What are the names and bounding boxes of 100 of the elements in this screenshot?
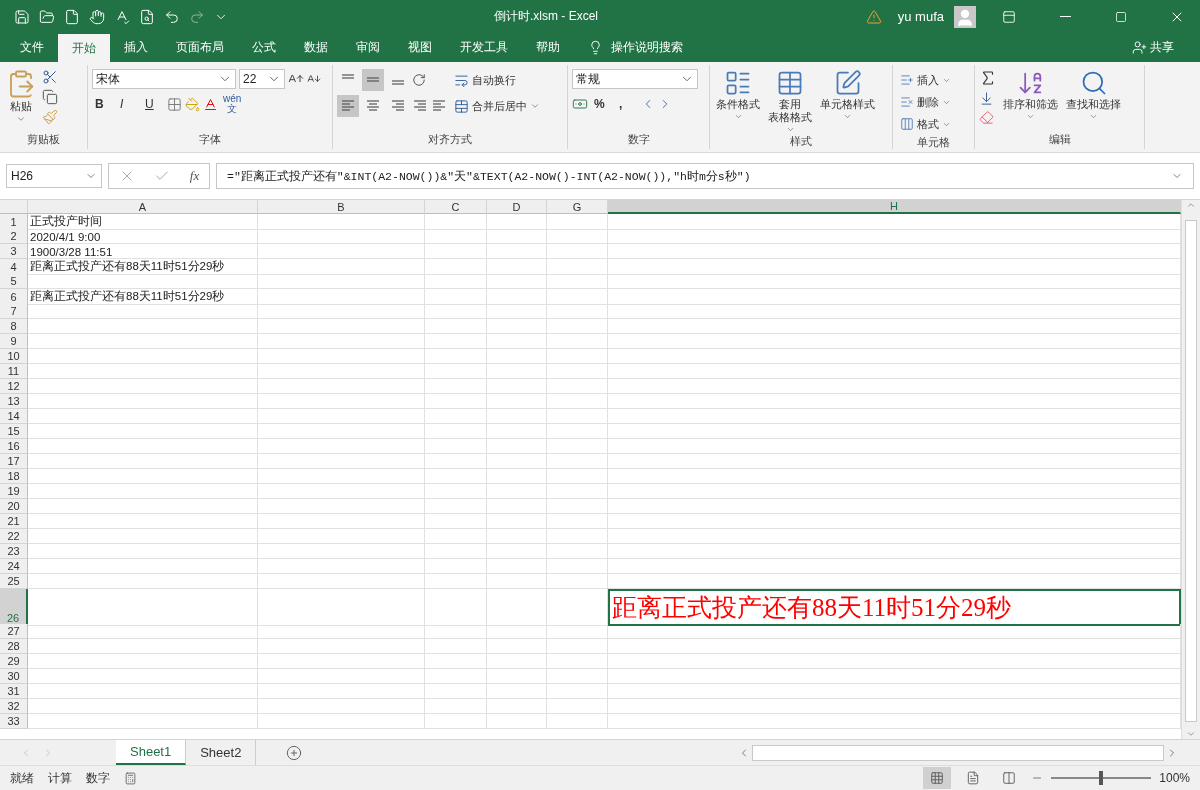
cells-button[interactable]: 删除 xyxy=(897,91,954,113)
row-header[interactable]: 16 xyxy=(0,439,28,454)
row-header[interactable]: 12 xyxy=(0,379,28,394)
horizontal-scrollbar[interactable] xyxy=(752,744,1164,761)
percent-button[interactable]: % xyxy=(591,93,613,115)
wrap-text-button[interactable]: 自动换行 xyxy=(451,69,543,91)
row-header[interactable]: 10 xyxy=(0,349,28,364)
ribbon-tab[interactable]: 公式 xyxy=(238,33,290,62)
sheet-tab[interactable]: Sheet1 xyxy=(116,740,187,765)
orientation-icon[interactable] xyxy=(412,73,426,87)
increase-indent-icon[interactable] xyxy=(431,98,447,114)
row-header[interactable]: 21 xyxy=(0,514,28,529)
italic-button[interactable]: I xyxy=(117,93,139,115)
vertical-scrollbar[interactable] xyxy=(1181,200,1200,739)
column-header[interactable]: H xyxy=(608,200,1181,214)
scrollbar-thumb[interactable] xyxy=(1185,219,1197,722)
row-header[interactable]: 26 xyxy=(0,589,28,626)
row-header[interactable]: 28 xyxy=(0,639,28,654)
currency-icon[interactable] xyxy=(572,96,588,112)
fill-icon[interactable] xyxy=(979,91,994,106)
row-header[interactable]: 2 xyxy=(0,229,28,244)
row-header[interactable]: 23 xyxy=(0,544,28,559)
column-header[interactable]: A xyxy=(28,200,258,214)
row-header[interactable]: 17 xyxy=(0,454,28,469)
row-header[interactable]: 7 xyxy=(0,304,28,319)
cells-button[interactable]: 格式 xyxy=(897,113,954,135)
align-center-icon[interactable] xyxy=(365,98,381,114)
row-header[interactable]: 33 xyxy=(0,714,28,729)
borders-icon[interactable] xyxy=(167,96,182,112)
row-header[interactable]: 8 xyxy=(0,319,28,334)
row-header[interactable]: 6 xyxy=(0,289,28,305)
formula-field[interactable]: ="距离正式投产还有"&INT(A2-NOW())&"天"&TEXT(A2-NOW()-INT(A2-NOW()),"h时m分s秒") xyxy=(216,163,1194,189)
bold-button[interactable]: B xyxy=(92,93,114,115)
font-color-icon[interactable] xyxy=(203,96,218,112)
column-header[interactable]: D xyxy=(487,200,547,214)
ribbon-tab[interactable]: 文件 xyxy=(6,33,58,62)
font-name-field[interactable]: 宋体 xyxy=(92,69,236,89)
row-header[interactable]: 4 xyxy=(0,259,28,275)
row-header[interactable]: 15 xyxy=(0,424,28,439)
column-header[interactable]: G xyxy=(547,200,608,214)
select-all-button[interactable] xyxy=(0,200,28,214)
insert-function-button[interactable]: fx xyxy=(189,168,200,184)
redo-icon[interactable] xyxy=(189,8,205,25)
row-header[interactable]: 19 xyxy=(0,484,28,499)
ribbon-tab[interactable]: 视图 xyxy=(394,33,446,62)
row-header[interactable]: 14 xyxy=(0,409,28,424)
print-preview-icon[interactable] xyxy=(139,8,155,25)
column-header[interactable]: B xyxy=(258,200,425,214)
row-header[interactable]: 13 xyxy=(0,394,28,409)
share-button[interactable]: 共享 xyxy=(1126,33,1180,62)
row-header[interactable]: 29 xyxy=(0,654,28,669)
normal-view-button[interactable] xyxy=(923,767,952,789)
ribbon-tab[interactable]: 插入 xyxy=(110,33,162,62)
number-format-field[interactable]: 常规 xyxy=(572,69,698,89)
decrease-indent-icon[interactable] xyxy=(412,98,428,114)
ribbon-tab[interactable]: 数据 xyxy=(290,33,342,62)
clear-icon[interactable] xyxy=(979,110,994,125)
style-button[interactable]: 条件格式 xyxy=(714,69,762,134)
fill-color-icon[interactable] xyxy=(185,96,200,112)
ribbon-tab[interactable]: 帮助 xyxy=(522,33,574,62)
undo-icon[interactable] xyxy=(164,8,180,25)
row-header[interactable]: 5 xyxy=(0,274,28,289)
row-header[interactable]: 22 xyxy=(0,529,28,544)
merge-center-button[interactable]: 合并后居中 xyxy=(451,95,543,117)
save-icon[interactable] xyxy=(14,8,30,25)
row-header[interactable]: 31 xyxy=(0,684,28,699)
row-header[interactable]: 27 xyxy=(0,624,28,639)
row-header[interactable]: 25 xyxy=(0,574,28,589)
spelling-icon[interactable] xyxy=(114,8,130,25)
row-header[interactable]: 11 xyxy=(0,364,28,379)
cut-icon[interactable] xyxy=(42,69,58,85)
ribbon-tab[interactable]: 开始 xyxy=(58,34,110,62)
zoom-level[interactable]: 100% xyxy=(1159,771,1190,785)
row-header[interactable]: 3 xyxy=(0,244,28,259)
row-header[interactable]: 18 xyxy=(0,469,28,484)
row-header[interactable]: 20 xyxy=(0,499,28,514)
style-button[interactable]: 套用 表格格式 xyxy=(766,69,814,134)
align-right-icon[interactable] xyxy=(390,98,406,114)
paste-button[interactable]: 粘贴 xyxy=(4,69,38,132)
underline-button[interactable]: U xyxy=(142,93,164,115)
row-header[interactable]: 24 xyxy=(0,559,28,574)
style-button[interactable]: 单元格样式 xyxy=(818,69,877,134)
ribbon-tab[interactable]: 页面布局 xyxy=(162,33,238,62)
row-header[interactable]: 1 xyxy=(0,214,28,230)
copy-icon[interactable] xyxy=(42,89,58,105)
ribbon-tab[interactable]: 审阅 xyxy=(342,33,394,62)
row-header[interactable]: 32 xyxy=(0,699,28,714)
touch-mode-icon[interactable] xyxy=(89,8,105,25)
add-sheet-icon[interactable] xyxy=(286,744,303,761)
font-size-field[interactable]: 22 xyxy=(239,69,285,89)
name-box[interactable]: H26 xyxy=(6,164,102,188)
sort-filter-button[interactable]: 排序和筛选 xyxy=(1001,69,1060,132)
new-file-icon[interactable] xyxy=(64,8,80,25)
column-header[interactable]: C xyxy=(425,200,487,214)
row-header[interactable]: 30 xyxy=(0,669,28,684)
find-select-button[interactable]: 查找和选择 xyxy=(1064,69,1123,132)
row-header[interactable]: 9 xyxy=(0,334,28,349)
folder-icon[interactable] xyxy=(39,8,55,25)
phonetic-button[interactable]: wén 文 xyxy=(221,94,244,114)
ribbon-tab[interactable]: 开发工具 xyxy=(446,33,522,62)
